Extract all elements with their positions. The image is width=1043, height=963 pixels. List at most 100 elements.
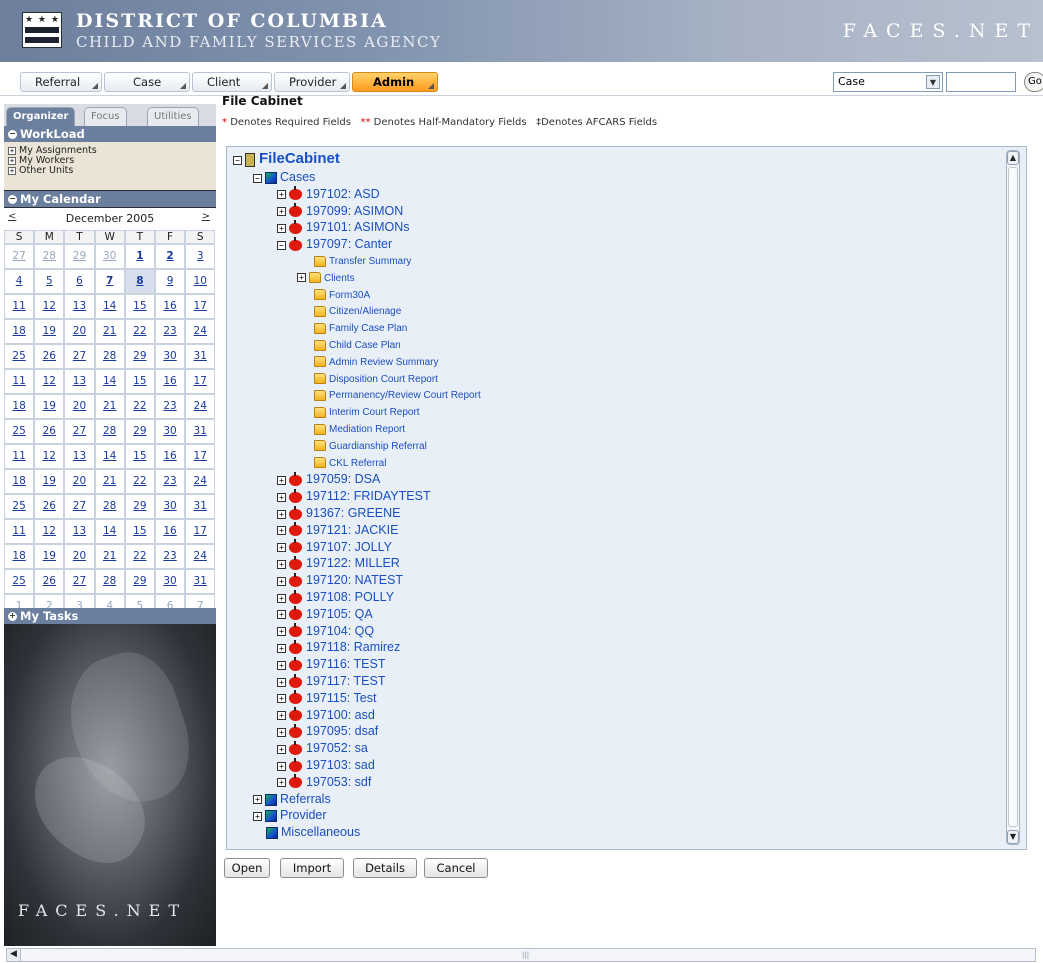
tree-node-case[interactable]: +197101: ASIMONs	[277, 219, 410, 236]
tree-node-category[interactable]: + Provider	[253, 807, 327, 824]
calendar-day[interactable]: 31	[185, 419, 216, 444]
calendar-day[interactable]: 2	[154, 244, 186, 269]
calendar-day[interactable]: 25	[4, 344, 35, 369]
calendar-day[interactable]: 19	[34, 319, 65, 344]
calendar-day[interactable]: 26	[34, 419, 65, 444]
calendar-day[interactable]: 17	[185, 519, 216, 544]
tree-node-document[interactable]: Form30A	[301, 287, 370, 304]
calendar-day[interactable]: 28	[94, 494, 125, 519]
calendar-day[interactable]: 24	[185, 394, 216, 419]
tree-node-case[interactable]: +197117: TEST	[277, 673, 385, 690]
calendar-day[interactable]: 13	[64, 369, 95, 394]
calendar-day[interactable]: 17	[185, 444, 216, 469]
calendar-day[interactable]: 24	[185, 544, 216, 569]
calendar-day[interactable]: 31	[185, 494, 216, 519]
expand-icon[interactable]: +	[277, 492, 286, 502]
calendar-day[interactable]: 26	[34, 569, 65, 594]
scrollbar-grip[interactable]: |||	[522, 951, 529, 959]
calendar-day[interactable]: 18	[4, 319, 35, 344]
tree-node-case[interactable]: +197100: asd	[277, 707, 375, 724]
calendar-next-link[interactable]: >	[202, 211, 210, 222]
tree-node-case[interactable]: +197115: Test	[277, 690, 376, 707]
calendar-day[interactable]: 12	[34, 369, 65, 394]
expand-icon[interactable]: +	[277, 627, 286, 637]
calendar-day[interactable]: 1	[124, 244, 155, 269]
calendar-day[interactable]: 24	[185, 319, 216, 344]
calendar-day[interactable]: 6	[64, 269, 95, 294]
calendar-day[interactable]: 14	[94, 294, 125, 319]
expand-icon[interactable]: +	[277, 207, 286, 217]
calendar-day[interactable]: 21	[94, 544, 125, 569]
tree-node-document[interactable]: Admin Review Summary	[301, 354, 438, 371]
calendar-day[interactable]: 29	[124, 494, 155, 519]
tree-node-document[interactable]: Transfer Summary	[301, 253, 411, 270]
tree-node-document[interactable]: Interim Court Report	[301, 404, 420, 421]
calendar-day[interactable]: 13	[64, 519, 95, 544]
calendar-day[interactable]: 3	[185, 244, 216, 269]
expand-icon[interactable]: +	[8, 156, 16, 165]
tree-node-category[interactable]: Miscellaneous	[253, 824, 360, 841]
horizontal-scrollbar[interactable]: ◀ |||	[6, 948, 1036, 962]
calendar-day[interactable]: 19	[34, 394, 65, 419]
calendar-day[interactable]: 30	[154, 419, 186, 444]
tree-node-case[interactable]: +197102: ASD	[277, 186, 380, 203]
expand-icon[interactable]: +	[277, 509, 286, 519]
calendar-day[interactable]: 12	[34, 519, 65, 544]
open-button[interactable]: Open	[224, 858, 270, 878]
calendar-day[interactable]: 15	[124, 294, 155, 319]
calendar-day[interactable]: 23	[154, 469, 186, 494]
tree-node-case[interactable]: +91367: GREENE	[277, 505, 401, 522]
calendar-day[interactable]: 13	[64, 444, 95, 469]
expand-icon[interactable]: +	[277, 643, 286, 653]
details-button[interactable]: Details	[353, 858, 417, 878]
calendar-day[interactable]: 16	[154, 294, 186, 319]
menu-tab-referral[interactable]: Referral	[20, 72, 102, 92]
calendar-day[interactable]: 13	[64, 294, 95, 319]
calendar-day[interactable]: 31	[185, 569, 216, 594]
calendar-day[interactable]: 22	[124, 319, 155, 344]
expand-icon[interactable]: +	[277, 610, 286, 620]
tree-node-document[interactable]: Disposition Court Report	[301, 371, 438, 388]
tree-node-case[interactable]: +197118: Ramirez	[277, 639, 400, 656]
calendar-day[interactable]: 18	[4, 394, 35, 419]
calendar-day[interactable]: 11	[4, 369, 35, 394]
calendar-day[interactable]: 20	[64, 469, 95, 494]
calendar-day[interactable]: 23	[154, 544, 186, 569]
tree-node-category[interactable]: + Referrals	[253, 791, 331, 808]
tree-node-document[interactable]: Child Case Plan	[301, 337, 401, 354]
search-input[interactable]	[946, 72, 1016, 92]
calendar-day[interactable]: 21	[94, 469, 125, 494]
calendar-day[interactable]: 21	[94, 394, 125, 419]
expand-icon[interactable]: +	[277, 711, 286, 721]
calendar-day[interactable]: 16	[154, 444, 186, 469]
tree-node-case[interactable]: +197059: DSA	[277, 471, 380, 488]
tree-node-document[interactable]: Mediation Report	[301, 421, 405, 438]
menu-tab-client[interactable]: Client	[192, 72, 272, 92]
go-button[interactable]: Go	[1024, 72, 1043, 92]
import-button[interactable]: Import	[280, 858, 344, 878]
collapse-icon[interactable]: −	[233, 155, 242, 165]
expand-icon[interactable]: +	[277, 543, 286, 553]
expand-icon[interactable]: +	[277, 593, 286, 603]
calendar-day[interactable]: 25	[4, 569, 35, 594]
calendar-day[interactable]: 17	[185, 369, 216, 394]
calendar-day[interactable]: 29	[124, 344, 155, 369]
tree-node-case-expanded[interactable]: − 197097: Canter	[277, 236, 392, 253]
tree-node-case[interactable]: +197095: dsaf	[277, 723, 378, 740]
expand-icon[interactable]: +	[277, 576, 286, 586]
calendar-day[interactable]: 16	[154, 369, 186, 394]
calendar-day[interactable]: 22	[124, 394, 155, 419]
calendar-day[interactable]: 19	[34, 469, 65, 494]
scroll-left-icon[interactable]: ◀	[7, 949, 21, 961]
calendar-day[interactable]: 23	[154, 394, 186, 419]
calendar-header[interactable]: − My Calendar	[4, 191, 216, 207]
calendar-day[interactable]: 28	[94, 344, 125, 369]
calendar-day[interactable]: 11	[4, 444, 35, 469]
calendar-day[interactable]: 20	[64, 319, 95, 344]
calendar-day[interactable]: 20	[64, 544, 95, 569]
calendar-day[interactable]: 16	[154, 519, 186, 544]
tree-node-case[interactable]: +197099: ASIMON	[277, 203, 403, 220]
tree-node-document[interactable]: Permanency/Review Court Report	[301, 387, 481, 404]
calendar-day[interactable]: 27	[64, 569, 95, 594]
expand-icon[interactable]: +	[253, 795, 262, 805]
